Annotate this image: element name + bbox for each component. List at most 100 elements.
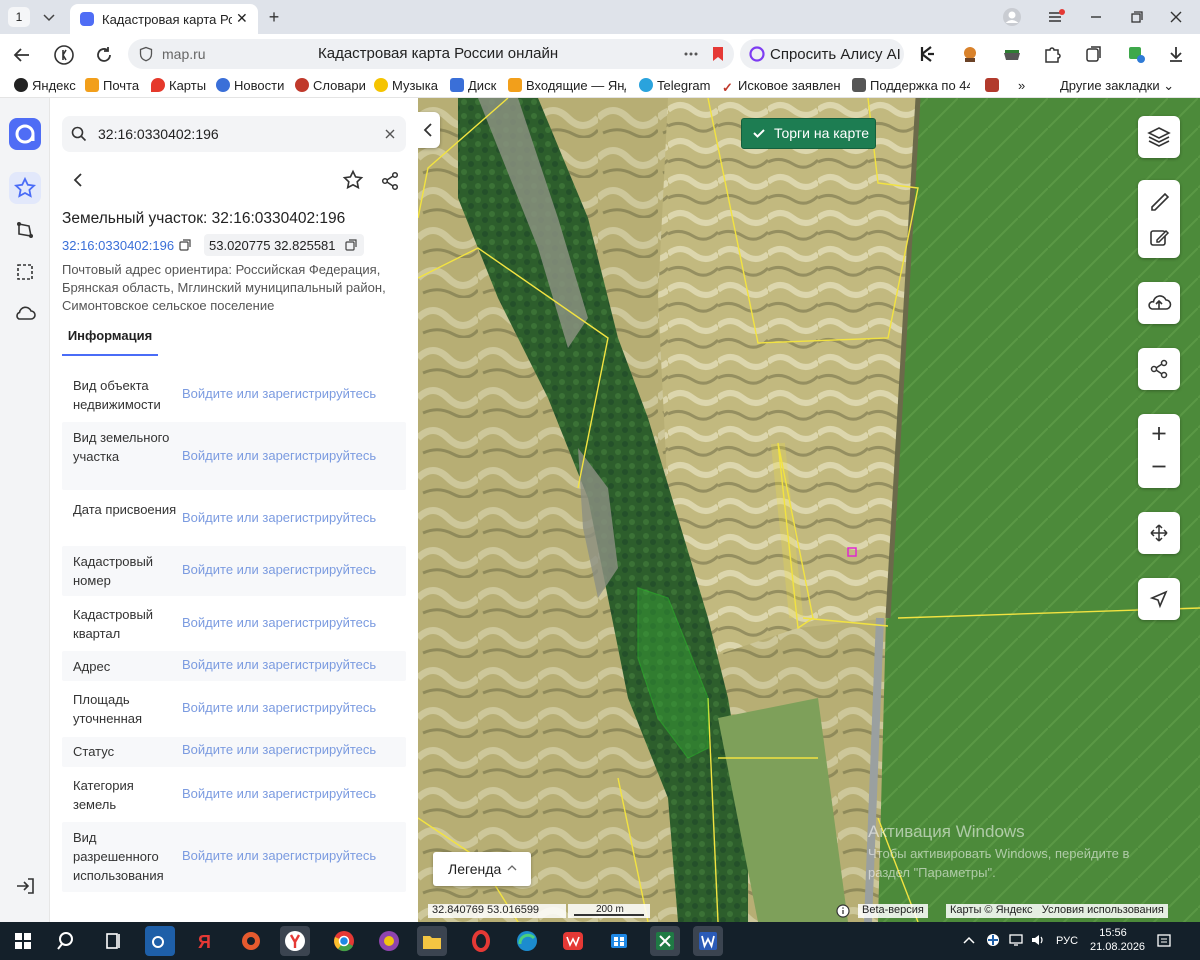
bookmark-lawsuit[interactable]: ✓ Исковое заявлени <box>722 78 840 94</box>
favorites-star-icon[interactable] <box>9 172 41 204</box>
extension-k-icon[interactable] <box>918 44 938 64</box>
cadastral-number-link[interactable]: 32:16:0330402:196 <box>62 238 174 253</box>
ruler-pencil-icon[interactable] <box>1138 180 1180 220</box>
login-register-link[interactable]: Войдите или зарегистрируйтесь <box>182 786 376 801</box>
upload-cloud-button[interactable] <box>1138 282 1180 324</box>
search-icon[interactable] <box>52 926 82 956</box>
terms-of-use-link[interactable]: Условия использования <box>1042 904 1164 916</box>
ask-alice-button[interactable]: Спросить Алису AI <box>740 39 904 69</box>
info-circle-icon[interactable] <box>836 904 850 918</box>
yandex-browser-icon[interactable]: Я <box>190 926 220 956</box>
restore-icon[interactable] <box>1124 6 1148 28</box>
area-select-icon[interactable] <box>9 256 41 288</box>
login-register-link[interactable]: Войдите или зарегистрируйтесь <box>182 448 376 463</box>
store-icon[interactable] <box>604 926 634 956</box>
extensions-puzzle-icon[interactable] <box>1042 44 1062 64</box>
share-icon[interactable] <box>379 170 401 192</box>
excel-icon[interactable] <box>650 926 680 956</box>
copy-cad-number-icon[interactable] <box>178 238 192 252</box>
other-bookmarks-button[interactable]: Другие закладки ⌄ <box>1060 78 1174 94</box>
new-tab-button[interactable]: + <box>263 6 285 28</box>
auctions-on-map-button[interactable]: Торги на карте <box>741 118 876 149</box>
downloads-icon[interactable] <box>1166 44 1186 64</box>
login-register-link[interactable]: Войдите или зарегистрируйтесь <box>182 848 376 863</box>
yandex-app-icon[interactable] <box>280 926 310 956</box>
extension-green-icon[interactable] <box>1126 44 1146 64</box>
antivirus-tray-icon[interactable] <box>986 933 1000 947</box>
tab-counter[interactable]: 1 <box>8 7 30 27</box>
app-logo-icon[interactable] <box>9 118 41 150</box>
bookmark-maps[interactable]: Карты <box>151 78 206 93</box>
clear-search-icon[interactable] <box>382 126 398 142</box>
edit-icon[interactable] <box>1138 218 1180 258</box>
more-options-icon[interactable] <box>682 45 700 63</box>
bookmark-news[interactable]: Новости <box>216 78 284 93</box>
login-register-link[interactable]: Войдите или зарегистрируйтесь <box>182 615 376 630</box>
layers-button[interactable] <box>1138 116 1180 158</box>
search-input[interactable]: 32:16:0330402:196 <box>62 116 406 152</box>
minimize-icon[interactable] <box>1084 6 1108 28</box>
tab-information[interactable]: Информация <box>62 328 158 356</box>
bookmark-support[interactable]: Поддержка по 44 <box>852 78 970 93</box>
satellite-map[interactable]: Торги на карте Легенда Активация Windows… <box>418 98 1200 922</box>
collections-icon[interactable] <box>1084 44 1104 64</box>
profile-avatar[interactable] <box>1000 6 1024 28</box>
back-chevron-icon[interactable] <box>68 170 88 190</box>
login-register-link[interactable]: Войдите или зарегистрируйтесь <box>182 386 376 401</box>
bookmark-inbox[interactable]: Входящие — Янде <box>508 78 626 93</box>
browser-menu-icon[interactable] <box>1044 6 1068 28</box>
bookmarks-more-button[interactable]: » <box>1018 78 1025 93</box>
login-icon[interactable] <box>9 870 41 902</box>
reload-icon[interactable] <box>92 43 116 67</box>
bookmark-music[interactable]: Музыка <box>374 78 438 93</box>
yandex-home-icon[interactable] <box>52 43 76 67</box>
clock[interactable]: 15:56 21.08.2026 <box>1090 926 1145 954</box>
address-bar[interactable]: map.ru Кадастровая карта России онлайн <box>128 39 734 69</box>
copy-coordinates-icon[interactable] <box>344 238 358 252</box>
edge-icon[interactable] <box>512 926 542 956</box>
site-info-icon[interactable] <box>138 46 154 62</box>
bookmark-yandex[interactable]: Яндекс <box>14 78 76 93</box>
zoom-out-icon[interactable] <box>1138 450 1180 484</box>
tray-chevron-up-icon[interactable] <box>962 934 976 946</box>
share-map-button[interactable] <box>1138 348 1180 390</box>
legend-button[interactable]: Легенда <box>433 852 531 886</box>
cloud-icon[interactable] <box>9 298 41 330</box>
word-icon[interactable] <box>693 926 723 956</box>
close-window-icon[interactable] <box>1164 6 1188 28</box>
bookmark-mail[interactable]: Почта <box>85 78 139 93</box>
bookmark-icon[interactable] <box>710 45 726 63</box>
geolocate-button[interactable] <box>1138 578 1180 620</box>
login-register-link[interactable]: Войдите или зарегистрируйтесь <box>182 700 376 715</box>
pan-button[interactable] <box>1138 512 1180 554</box>
extension-mascot-icon[interactable] <box>960 44 980 64</box>
windows-start-icon[interactable] <box>8 926 38 956</box>
login-register-link[interactable]: Войдите или зарегистрируйтесь <box>182 562 376 577</box>
input-language[interactable]: РУС <box>1056 935 1078 947</box>
bookmark-misc[interactable] <box>985 78 1003 93</box>
favorite-star-icon[interactable] <box>342 169 364 191</box>
tab-close-icon[interactable]: ✕ <box>236 10 248 27</box>
opera-icon[interactable] <box>466 926 496 956</box>
bookmark-disk[interactable]: Диск <box>450 78 496 93</box>
app-colorful-icon[interactable] <box>374 926 404 956</box>
zoom-in-icon[interactable] <box>1138 416 1180 450</box>
outlook-icon[interactable] <box>145 926 175 956</box>
chrome-icon[interactable] <box>329 926 359 956</box>
login-register-link[interactable]: Войдите или зарегистрируйтесь <box>182 742 376 757</box>
collapse-panel-button[interactable] <box>418 112 440 148</box>
login-register-link[interactable]: Войдите или зарегистрируйтесь <box>182 657 376 672</box>
tab-list-dropdown[interactable] <box>36 7 62 27</box>
browser-tab-active[interactable]: Кадастровая карта Рос ✕ <box>70 4 258 34</box>
back-arrow-icon[interactable] <box>10 43 34 67</box>
polygon-tool-icon[interactable] <box>9 214 41 246</box>
login-register-link[interactable]: Войдите или зарегистрируйтесь <box>182 510 376 525</box>
notifications-icon[interactable] <box>1156 933 1172 949</box>
file-explorer-icon[interactable] <box>417 926 447 956</box>
volume-icon[interactable] <box>1030 933 1046 947</box>
task-view-icon[interactable] <box>98 926 128 956</box>
ccleaner-icon[interactable] <box>236 926 266 956</box>
bookmark-telegram[interactable]: Telegram <box>639 78 710 93</box>
wps-office-icon[interactable] <box>558 926 588 956</box>
bookmark-dictionaries[interactable]: Словари <box>295 78 366 93</box>
